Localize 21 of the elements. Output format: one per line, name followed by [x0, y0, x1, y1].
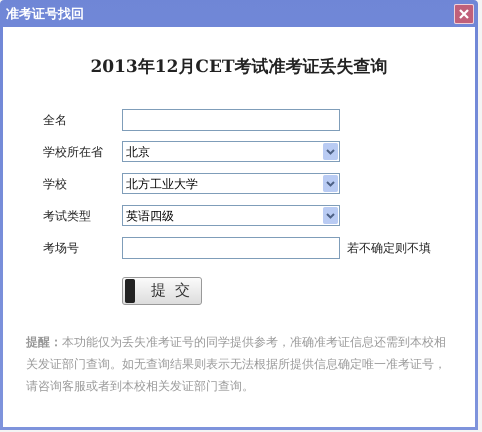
chevron-down-icon [323, 175, 338, 192]
text-field[interactable] [122, 236, 340, 258]
field-label: 学校所在省 [43, 144, 104, 160]
field-label: 全名 [43, 112, 68, 128]
close-icon [458, 8, 470, 20]
field-label: 考场号 [43, 240, 80, 256]
window-title: 准考证号找回 [6, 4, 84, 23]
button-grip-icon [125, 278, 135, 302]
field-label: 学校 [43, 176, 68, 192]
text-field[interactable] [122, 108, 340, 130]
close-button[interactable] [454, 4, 474, 24]
dropdown[interactable]: 北京 [122, 141, 340, 162]
dropdown[interactable]: 英语四级 [122, 205, 340, 226]
submit-button[interactable]: 提 交 [122, 276, 202, 304]
dropdown[interactable]: 北方工业大学 [122, 173, 340, 194]
field-label: 考试类型 [43, 208, 92, 224]
chevron-down-icon [323, 143, 338, 160]
chevron-down-icon [323, 207, 338, 224]
field-hint: 若不确定则不填 [347, 240, 431, 256]
form-heading: 2013年12月CET考试准考证丢失查询 [89, 56, 389, 79]
notice-text: 提醒：本功能仅为丢失准考证号的同学提供参考，准确准考证信息还需到本校相关发证部门查询。如无查询结果则表示无法根据所提供信息确定唯一准考证号，请咨询客服或者到本校相关发证部门查询。 [26, 334, 447, 394]
